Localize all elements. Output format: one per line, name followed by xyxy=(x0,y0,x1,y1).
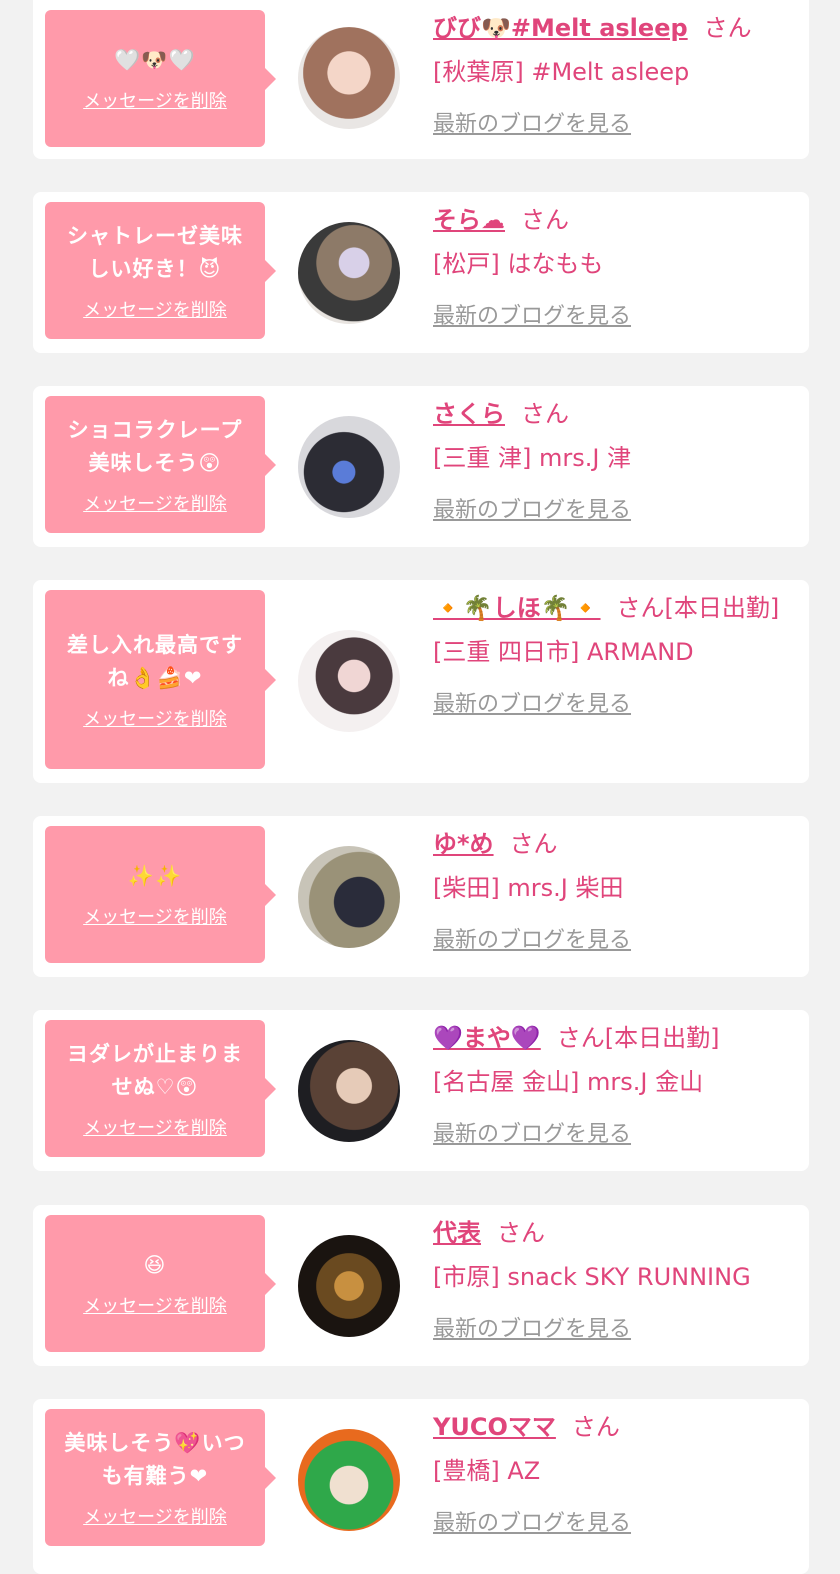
honorific-label: さん xyxy=(571,1413,620,1441)
delete-message-link[interactable]: メッセージを削除 xyxy=(83,705,227,731)
user-name-link[interactable]: そら☁ xyxy=(433,206,505,234)
honorific-label: さん xyxy=(703,14,752,42)
user-name-link[interactable]: 代表 xyxy=(433,1219,481,1247)
message-bubble: シャトレーゼ美味しい好き！😈 メッセージを削除 xyxy=(45,202,276,339)
latest-blog-link[interactable]: 最新のブログを見る xyxy=(433,1505,631,1537)
message-card: シャトレーゼ美味しい好き！😈 メッセージを削除 そら☁ さん [松戸] はなもも … xyxy=(33,192,809,353)
honorific-label: さん xyxy=(509,830,558,858)
message-card: ショコラクレープ美味しそう😲 メッセージを削除 さくら さん [三重 津] mrs… xyxy=(33,386,809,547)
delete-message-link[interactable]: メッセージを削除 xyxy=(83,490,227,516)
shop-label: [市原] snack SKY RUNNING xyxy=(433,1263,751,1291)
latest-blog-link[interactable]: 最新のブログを見る xyxy=(433,492,631,524)
avatar[interactable] xyxy=(298,1040,400,1142)
message-card: 差し入れ最高ですね👌🍰❤ メッセージを削除 🔸🌴しほ🌴🔸 さん[本日出勤] [三重… xyxy=(33,580,809,783)
message-bubble: ショコラクレープ美味しそう😲 メッセージを削除 xyxy=(45,396,276,533)
latest-blog-link[interactable]: 最新のブログを見る xyxy=(433,922,631,954)
delete-message-link[interactable]: メッセージを削除 xyxy=(83,1114,227,1140)
delete-message-link[interactable]: メッセージを削除 xyxy=(83,1292,227,1318)
avatar[interactable] xyxy=(298,1235,400,1337)
message-text: 美味しそう💖いつも有難う❤ xyxy=(64,1430,246,1488)
honorific-label: さん xyxy=(521,400,569,428)
message-text: 🤍🐶🤍 xyxy=(114,48,196,72)
avatar[interactable] xyxy=(298,222,400,324)
shop-label: [秋葉原] #Melt asleep xyxy=(433,58,690,86)
avatar[interactable] xyxy=(298,416,400,518)
user-name-link[interactable]: さくら xyxy=(433,400,505,428)
message-bubble: 😆 メッセージを削除 xyxy=(45,1215,276,1352)
shop-label: [三重 津] mrs.J 津 xyxy=(433,444,632,472)
honorific-label: さん[本日出勤] xyxy=(616,594,780,622)
message-bubble: 美味しそう💖いつも有難う❤ メッセージを削除 xyxy=(45,1409,276,1546)
message-card: 😆 メッセージを削除 代表 さん [市原] snack SKY RUNNING 最… xyxy=(33,1205,809,1366)
message-bubble: ヨダレが止まりませぬ♡😲 メッセージを削除 xyxy=(45,1020,276,1157)
user-name-link[interactable]: 💜まや💜 xyxy=(433,1024,541,1052)
message-text: ✨✨ xyxy=(127,864,183,888)
latest-blog-link[interactable]: 最新のブログを見る xyxy=(433,298,631,330)
avatar[interactable] xyxy=(298,630,400,732)
avatar[interactable] xyxy=(298,846,400,948)
honorific-label: さん[本日出勤] xyxy=(556,1024,720,1052)
latest-blog-link[interactable]: 最新のブログを見る xyxy=(433,1116,631,1148)
message-card: ヨダレが止まりませぬ♡😲 メッセージを削除 💜まや💜 さん[本日出勤] [名古屋 … xyxy=(33,1010,809,1171)
message-text: 😆 xyxy=(143,1253,167,1277)
avatar[interactable] xyxy=(298,1429,400,1531)
user-name-link[interactable]: ゆ*め xyxy=(433,830,494,858)
delete-message-link[interactable]: メッセージを削除 xyxy=(83,296,227,322)
latest-blog-link[interactable]: 最新のブログを見る xyxy=(433,686,631,718)
message-card: ✨✨ メッセージを削除 ゆ*め さん [柴田] mrs.J 柴田 最新のブログを見… xyxy=(33,816,809,977)
latest-blog-link[interactable]: 最新のブログを見る xyxy=(433,1311,631,1343)
message-bubble: 🤍🐶🤍 メッセージを削除 xyxy=(45,10,276,147)
message-card: 美味しそう💖いつも有難う❤ メッセージを削除 YUCOママ さん [豊橋] AZ … xyxy=(33,1399,809,1574)
shop-label: [名古屋 金山] mrs.J 金山 xyxy=(433,1068,704,1096)
message-card: 🤍🐶🤍 メッセージを削除 びび🐶#Melt asleep さん [秋葉原] #Me… xyxy=(33,0,809,159)
delete-message-link[interactable]: メッセージを削除 xyxy=(83,1503,227,1529)
message-text: ヨダレが止まりませぬ♡😲 xyxy=(67,1041,243,1099)
shop-label: [柴田] mrs.J 柴田 xyxy=(433,874,624,902)
user-name-link[interactable]: YUCOママ xyxy=(433,1413,556,1441)
message-bubble: 差し入れ最高ですね👌🍰❤ メッセージを削除 xyxy=(45,590,276,769)
message-text: シャトレーゼ美味しい好き！😈 xyxy=(67,223,243,281)
message-text: ショコラクレープ美味しそう😲 xyxy=(67,417,243,475)
avatar[interactable] xyxy=(298,27,400,129)
honorific-label: さん xyxy=(521,206,569,234)
message-bubble: ✨✨ メッセージを削除 xyxy=(45,826,276,963)
message-text: 差し入れ最高ですね👌🍰❤ xyxy=(67,632,243,690)
honorific-label: さん xyxy=(497,1219,545,1247)
delete-message-link[interactable]: メッセージを削除 xyxy=(83,903,227,929)
shop-label: [松戸] はなもも xyxy=(433,250,604,278)
shop-label: [豊橋] AZ xyxy=(433,1457,541,1485)
user-name-link[interactable]: びび🐶#Melt asleep xyxy=(433,14,688,42)
delete-message-link[interactable]: メッセージを削除 xyxy=(83,87,227,113)
latest-blog-link[interactable]: 最新のブログを見る xyxy=(433,106,631,138)
shop-label: [三重 四日市] ARMAND xyxy=(433,638,694,666)
user-name-link[interactable]: 🔸🌴しほ🌴🔸 xyxy=(433,594,601,622)
